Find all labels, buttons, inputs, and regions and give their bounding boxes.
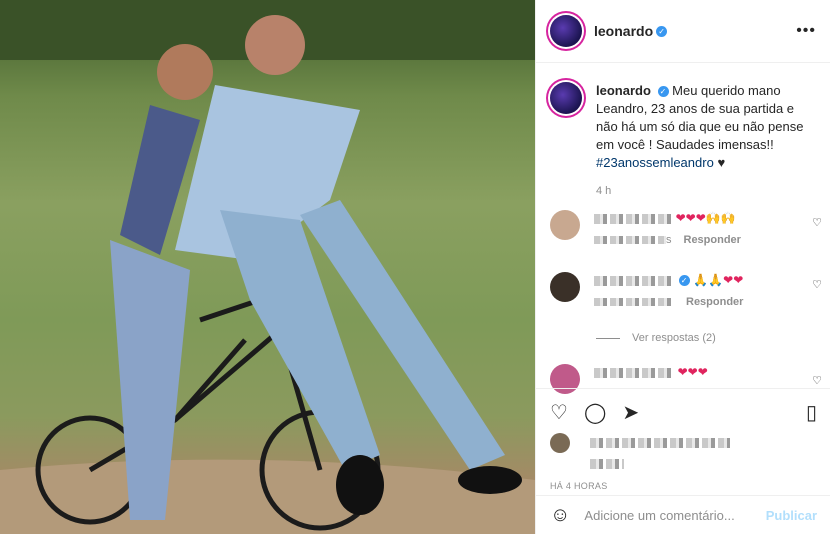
verified-icon: ✓ [656,25,668,37]
post-header: leonardo ✓ ••• [536,0,830,63]
verified-icon: ✓ [657,86,669,98]
comment-username-pixelated[interactable] [594,275,672,286]
caption-heart-icon: ♥ [717,155,726,170]
comment-item: ✓ 🙏🙏❤❤ Responder ♡ [550,272,822,308]
comment-avatar[interactable] [550,210,580,240]
comment-icon[interactable]: ◯ [584,400,606,425]
post-caption: leonardo ✓ Meu querido mano Leandro, 23 … [550,82,818,200]
caption-username[interactable]: leonardo [596,83,651,98]
comment-like-icon[interactable]: ♡ [812,374,822,387]
username[interactable]: leonardo [594,23,653,39]
rider-back [110,44,213,520]
post-side-panel: leonardo ✓ ••• leonardo ✓ Meu querido ma… [535,0,830,534]
view-replies-line [596,337,620,339]
view-replies-button[interactable]: Ver respostas (2) [596,332,716,344]
post-time: 4 h [596,185,612,197]
reply-button[interactable]: Responder [686,296,743,308]
caption-avatar[interactable] [550,82,582,114]
comment-like-icon[interactable]: ♡ [812,278,822,291]
comment-avatar[interactable] [550,272,580,302]
bookmark-icon[interactable]: ▯ [806,400,817,425]
comment-emojis: 🙏🙏❤❤ [693,273,744,287]
comment-meta-suffix: s [666,234,672,246]
comment-like-icon[interactable]: ♡ [812,216,822,229]
publish-button[interactable]: Publicar [766,508,817,523]
view-replies-label: Ver respostas (2) [632,332,716,344]
rider-front [175,15,522,515]
comment-username-pixelated[interactable] [594,213,672,224]
likes-row-2 [550,459,817,469]
verified-icon: ✓ [678,275,690,287]
more-options-icon[interactable]: ••• [796,22,816,40]
hashtag-link[interactable]: #23anossemleandro [596,155,714,170]
comment-meta-pixelated [594,236,666,244]
avatar[interactable] [550,15,582,47]
post-time-ago: HÁ 4 HORAS [550,481,608,491]
heart-outline-icon[interactable]: ♡ [550,400,568,425]
emoji-icon[interactable]: ☺ [550,504,570,527]
likes-row [550,433,817,453]
comment-input[interactable] [584,507,765,523]
comment-emojis: ❤❤❤ [677,365,708,379]
post-photo[interactable] [0,0,535,534]
comment-meta-pixelated [594,298,674,306]
comment-username-pixelated[interactable] [594,367,674,378]
likes-count-pixelated[interactable] [590,459,624,469]
likes-text-pixelated[interactable] [590,438,730,448]
post-actions: ♡ ◯ ➤ ▯ HÁ 4 HORAS [536,388,830,491]
comment-emojis: ❤❤❤🙌🙌 [675,211,736,225]
photo-illustration [0,0,535,534]
liker-avatar[interactable] [550,433,570,453]
reply-button[interactable]: Responder [684,234,741,246]
add-comment-bar: ☺ Publicar [536,495,830,534]
comment-item: ❤❤❤🙌🙌 s Responder ♡ [550,210,822,246]
share-icon[interactable]: ➤ [622,400,639,425]
